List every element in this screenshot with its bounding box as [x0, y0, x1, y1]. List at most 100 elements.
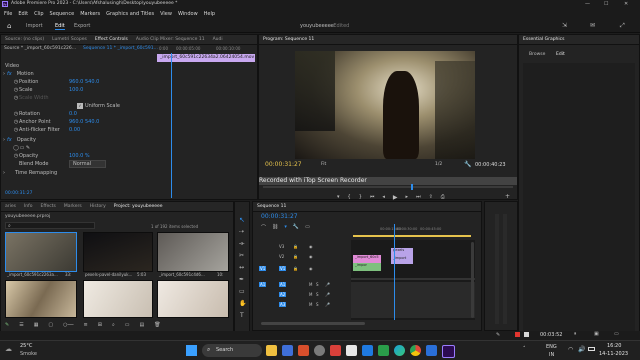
edge-icon[interactable] — [394, 345, 405, 356]
position-y-value[interactable]: 540.0 — [85, 79, 99, 85]
timeline-playhead[interactable] — [394, 224, 395, 320]
new-bin-icon[interactable]: ▭ — [125, 322, 130, 328]
workspace-tab-export[interactable]: Export — [74, 23, 90, 29]
marker-icon[interactable]: ▾ — [284, 224, 287, 232]
rectangle-tool-icon[interactable]: ▭ — [239, 288, 245, 295]
project-thumbnail[interactable] — [83, 232, 153, 272]
project-thumbnail[interactable] — [157, 232, 229, 272]
zoom-fit-select[interactable]: Fit — [321, 162, 326, 167]
pen-mask-icon[interactable]: ✎ — [25, 145, 31, 151]
taskbar-app-icon[interactable] — [298, 345, 309, 356]
hand-tool-icon[interactable]: ✋ — [239, 300, 246, 307]
lock-icon[interactable]: 🔒 — [293, 266, 298, 271]
program-video-frame[interactable] — [295, 51, 475, 159]
snap-icon[interactable]: ⌒ — [261, 224, 266, 232]
essential-tab-edit[interactable]: Edit — [556, 52, 565, 57]
menu-help[interactable]: Help — [204, 11, 215, 17]
tab-sequence[interactable]: Sequence 11 — [257, 204, 286, 209]
effect-playhead[interactable] — [171, 53, 172, 198]
windows-start-icon[interactable] — [186, 345, 197, 356]
eye-icon[interactable]: ◉ — [309, 266, 313, 271]
track-area[interactable] — [351, 240, 475, 320]
icon-view-icon[interactable]: ▦ — [34, 322, 39, 328]
track-v2[interactable]: V2 — [279, 254, 284, 259]
pen-tool-icon[interactable]: ✒ — [239, 276, 244, 283]
anchor-y-value[interactable]: 540.0 — [85, 119, 99, 125]
tab-source[interactable]: Source: (no clips) — [5, 37, 44, 42]
solo-icon[interactable]: S — [316, 302, 319, 307]
weather-temp[interactable]: 25°C — [20, 343, 32, 349]
program-timecode[interactable]: 00:00:31:27 — [265, 161, 302, 168]
tab-history[interactable]: History — [90, 204, 106, 209]
selection-tool-icon[interactable]: ↖ — [239, 216, 245, 224]
tab-markers[interactable]: Markers — [64, 204, 82, 209]
camera-icon[interactable]: ▣ — [594, 331, 599, 337]
program-playhead-marker[interactable] — [411, 184, 413, 190]
solo-icon[interactable]: S — [316, 282, 319, 287]
maximize-button[interactable]: ☐ — [604, 1, 608, 7]
list-view-icon[interactable]: ☰ — [19, 322, 23, 328]
tab-effect-controls[interactable]: Effect Controls — [95, 37, 128, 42]
taskbar-app-icon[interactable] — [314, 345, 325, 356]
track-a1[interactable]: A1 — [279, 282, 287, 287]
taskbar-app-icon[interactable] — [346, 345, 357, 356]
mic-icon[interactable]: 🎤 — [325, 292, 330, 297]
blend-mode-select[interactable]: Normal — [69, 160, 107, 168]
freeform-view-icon[interactable]: ▢ — [48, 322, 53, 328]
weather-desc[interactable]: Smoke — [20, 351, 37, 357]
taskbar-app-icon[interactable] — [282, 345, 293, 356]
menu-window[interactable]: Window — [178, 11, 198, 17]
new-item-icon[interactable]: ▤ — [140, 322, 145, 328]
taskbar-app-icon[interactable] — [362, 345, 373, 356]
play-icon[interactable]: ▶ — [393, 194, 398, 201]
step-back-icon[interactable]: ⏮ — [370, 194, 375, 200]
track-select-tool-icon[interactable]: ⇢ — [239, 228, 244, 235]
project-thumbnail[interactable] — [5, 280, 77, 318]
step-forward-icon[interactable]: ⏭ — [416, 194, 421, 200]
tab-effects[interactable]: Effects — [41, 204, 56, 209]
explorer-icon[interactable] — [266, 345, 277, 356]
project-thumbnail[interactable] — [157, 280, 229, 318]
chrome-icon[interactable] — [410, 345, 421, 356]
add-marker-icon[interactable]: ▾ — [337, 194, 340, 200]
effect-controls-timecode[interactable]: 00:00:31:27 — [5, 191, 32, 196]
stop-icon[interactable] — [524, 332, 529, 337]
program-scrubber[interactable] — [263, 186, 513, 188]
close-button[interactable]: ✕ — [624, 1, 628, 7]
taskbar-date[interactable]: 14-11-2023 — [599, 351, 628, 357]
track-v3[interactable]: V3 — [279, 244, 284, 249]
slip-tool-icon[interactable]: ↔ — [239, 264, 244, 271]
tab-essential-graphics[interactable]: Essential Graphics — [523, 37, 564, 42]
anchor-x-value[interactable]: 960.0 — [69, 119, 85, 125]
razor-tool-icon[interactable]: ✂ — [239, 252, 244, 259]
project-thumbnail[interactable] — [83, 280, 153, 318]
zoom-slider[interactable]: ○── — [63, 322, 73, 328]
home-icon[interactable]: ⌂ — [7, 22, 11, 30]
timeline-clip[interactable]: _impor — [353, 263, 381, 271]
workspaces-icon[interactable]: ⇲ — [562, 22, 567, 29]
taskbar-search-input[interactable]: ⌕ Search — [202, 344, 262, 357]
menu-view[interactable]: View — [160, 11, 172, 17]
type-tool-icon[interactable]: T — [240, 312, 244, 319]
essential-tab-browse[interactable]: Browse — [529, 52, 545, 57]
screen-icon[interactable]: ▭ — [614, 331, 619, 337]
project-search-input[interactable]: ⌕ — [5, 222, 95, 229]
sequence-clip-name[interactable]: Sequence 11 * _import_60c591... — [83, 46, 158, 51]
frame-back-icon[interactable]: ◂ — [382, 194, 385, 200]
trash-icon[interactable]: 🗑 — [154, 322, 160, 328]
menu-file[interactable]: File — [4, 11, 12, 17]
work-area-bar[interactable] — [353, 235, 471, 237]
track-v1[interactable]: V1 — [279, 266, 287, 271]
menu-sequence[interactable]: Sequence — [50, 11, 75, 17]
tab-program[interactable]: Program: Sequence 11 — [263, 37, 314, 42]
mute-icon[interactable]: M — [309, 292, 312, 297]
language-indicator[interactable]: ENG — [546, 344, 557, 350]
timeline-horizontal-scrollbar[interactable] — [261, 322, 365, 325]
settings-wrench-icon[interactable]: 🔧 — [293, 224, 299, 232]
workspace-tab-edit[interactable]: Edit — [55, 23, 65, 30]
mute-icon[interactable]: M — [309, 302, 312, 307]
tab-audio-clip-mixer[interactable]: Audio Clip Mixer: Sequence 11 — [136, 37, 205, 42]
mark-out-icon[interactable]: } — [359, 194, 362, 200]
anti-flicker-value[interactable]: 0.00 — [69, 127, 80, 133]
tab-libraries[interactable]: aries — [5, 204, 16, 209]
